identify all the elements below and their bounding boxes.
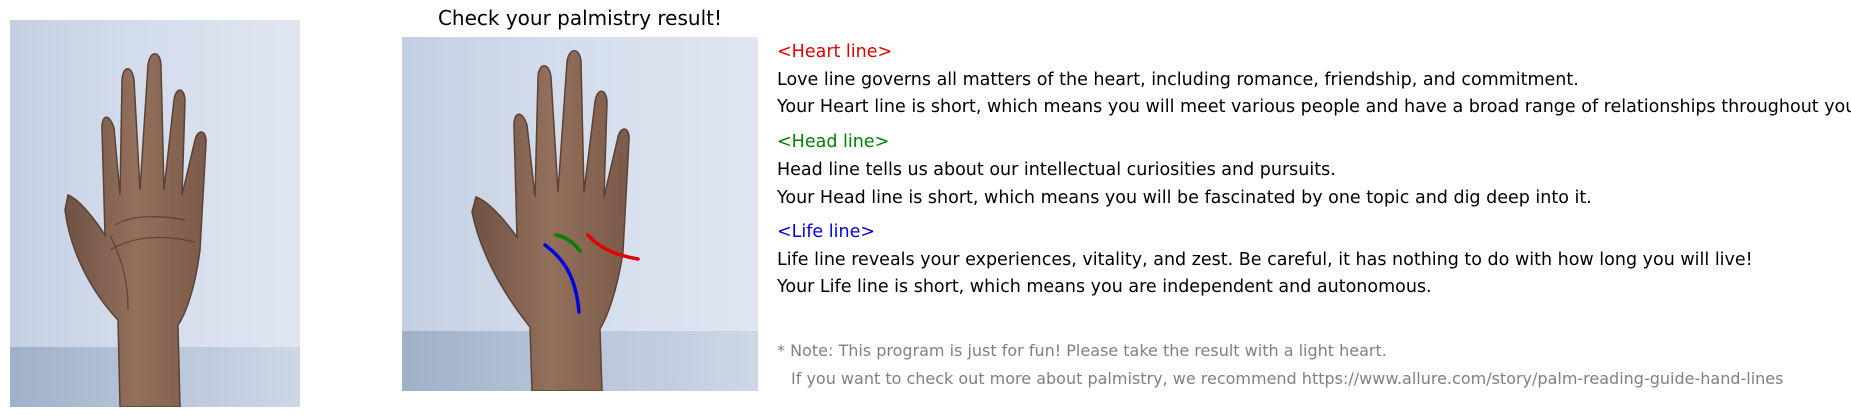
fun-note: * Note: This program is just for fun! Pl… — [777, 341, 1387, 360]
hand-drawing — [64, 53, 207, 407]
heart-line-result: Your Heart line is short, which means yo… — [777, 97, 1851, 117]
life-line-result: Your Life line is short, which means you… — [777, 277, 1432, 297]
life-line-heading: <Life line> — [777, 222, 876, 242]
heart-line-heading: <Heart line> — [777, 42, 893, 62]
hand-with-lines-drawing — [471, 50, 640, 391]
head-line-description: Head line tells us about our intellectua… — [777, 160, 1336, 180]
palm-lines-image — [402, 37, 758, 391]
head-line-result: Your Head line is short, which means you… — [777, 188, 1592, 208]
heart-line-description: Love line governs all matters of the hea… — [777, 70, 1579, 90]
original-hand-image — [10, 20, 300, 407]
life-line-description: Life line reveals your experiences, vita… — [777, 250, 1753, 270]
palmistry-reference: If you want to check out more about palm… — [791, 369, 1784, 388]
result-title: Check your palmistry result! — [437, 6, 723, 30]
head-line-heading: <Head line> — [777, 132, 890, 152]
